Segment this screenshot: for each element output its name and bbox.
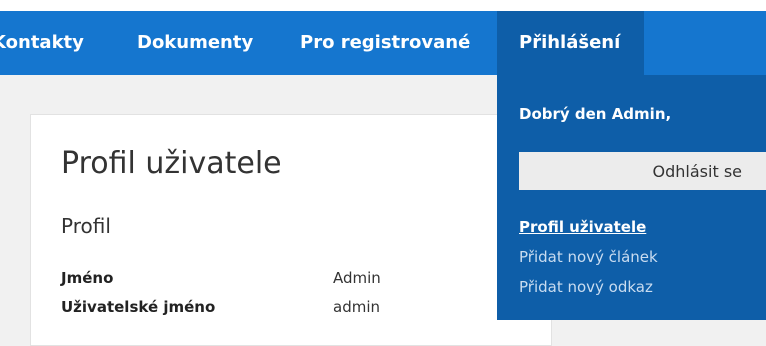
menu-link-pridat-odkaz[interactable]: Přidat nový odkaz (519, 278, 653, 296)
nav-item-pro-registrovane[interactable]: Pro registrované (300, 11, 470, 75)
login-dropdown: Dobrý den Admin, Odhlásit se Profil uživ… (497, 75, 766, 320)
main-navbar: Kontakty Dokumenty Pro registrované Přih… (0, 11, 766, 75)
field-value-jmeno: Admin (333, 269, 381, 287)
menu-link-pridat-clanek[interactable]: Přidat nový článek (519, 248, 658, 266)
field-label-jmeno: Jméno (61, 269, 114, 287)
nav-item-prihlaseni[interactable]: Přihlášení (497, 11, 644, 75)
section-title: Profil (61, 214, 111, 238)
nav-item-dokumenty[interactable]: Dokumenty (137, 11, 253, 75)
top-strip (0, 0, 766, 11)
field-value-uzivatelske-jmeno: admin (333, 298, 380, 316)
page-title: Profil uživatele (61, 146, 282, 181)
nav-item-kontakty[interactable]: Kontakty (0, 11, 84, 75)
greeting-text: Dobrý den Admin, (519, 105, 672, 123)
menu-link-profil-uzivatele[interactable]: Profil uživatele (519, 218, 646, 236)
logout-button[interactable]: Odhlásit se (519, 152, 766, 190)
field-label-uzivatelske-jmeno: Uživatelské jméno (61, 298, 216, 316)
